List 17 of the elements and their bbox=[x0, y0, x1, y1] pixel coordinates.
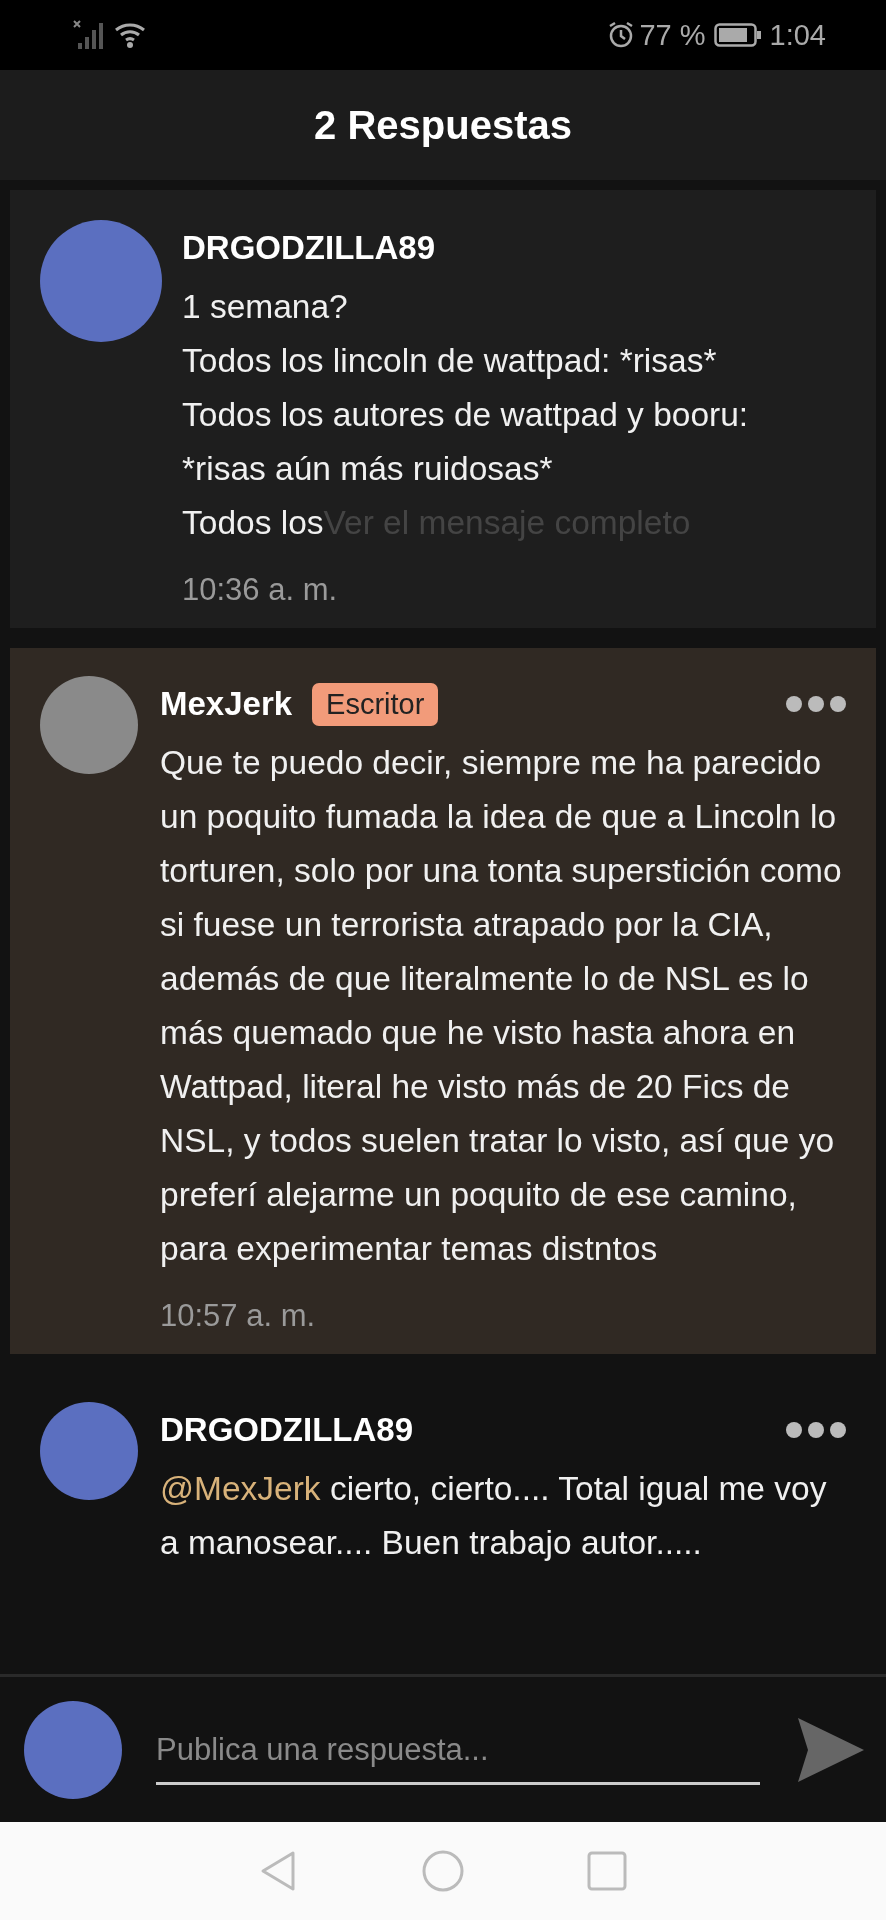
writer-badge: Escritor bbox=[312, 682, 439, 726]
clock-time: 1:04 bbox=[769, 18, 826, 52]
mention-link[interactable]: @MexJerk bbox=[160, 1470, 321, 1507]
battery-percent: 77 % bbox=[639, 18, 706, 52]
signal-icon bbox=[72, 19, 106, 51]
battery-icon bbox=[713, 23, 762, 47]
comment-text: Que te puedo decir, siempre me ha parecido un poquito fumada la idea de que a Lincoln lo torturen, solo por una tonta superstición como si fuese un terrorista atrapado por la CIA, además de que literalmente lo de NSL es lo más quemado que he visto hasta ahora en Wattpad, literal he visto más de 20 Fics de NSL, y todos suelen tratar lo visto, así que yo preferí alejarme un poquito de ese camino, para experimentar temas distntos bbox=[160, 743, 843, 1269]
recents-button[interactable] bbox=[585, 1849, 629, 1893]
comment-time: 10:36 a. m. bbox=[182, 572, 339, 608]
home-button[interactable] bbox=[421, 1849, 465, 1893]
comment-time: 10:57 a. m. bbox=[160, 1298, 317, 1334]
comment-text: @MexJerk cierto, cierto.... Total igual me voy a manosear.... Buen trabajo autor..... bbox=[160, 1469, 828, 1563]
author-name: MexJerk bbox=[160, 685, 293, 723]
author-name: DRGODZILLA89 bbox=[160, 1411, 413, 1449]
page-title: 2 Respuestas bbox=[314, 102, 572, 148]
reply-input-field[interactable]: Publica una respuesta... bbox=[156, 1714, 760, 1785]
author-name: DRGODZILLA89 bbox=[182, 229, 435, 267]
